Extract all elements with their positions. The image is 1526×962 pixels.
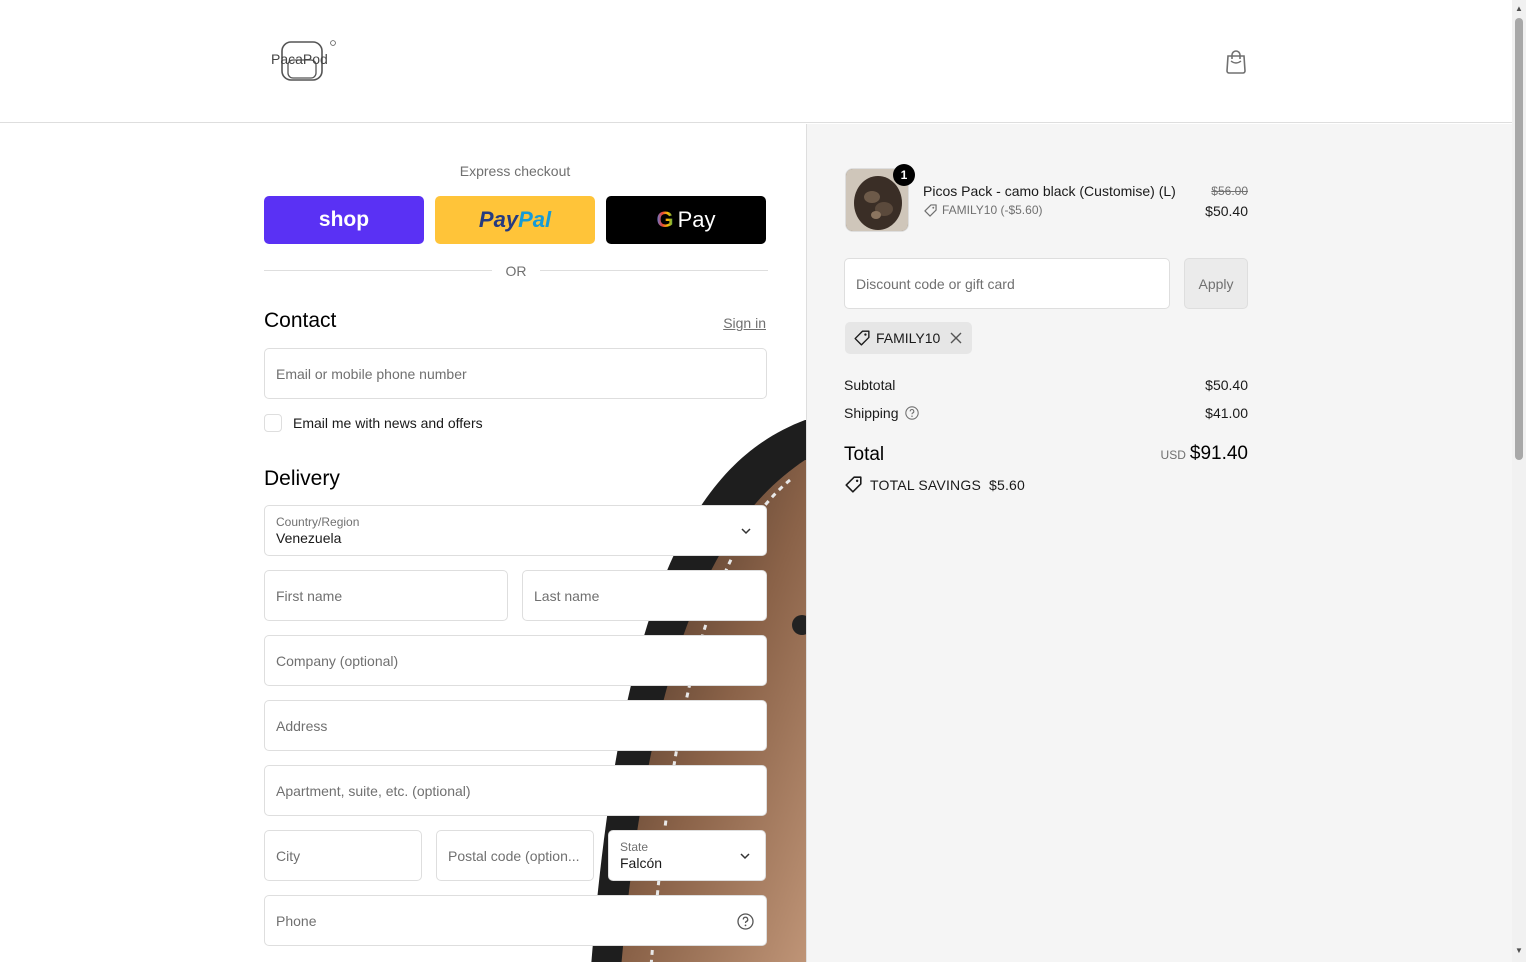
savings-value: $5.60 bbox=[989, 476, 1026, 493]
country-label: Country/Region bbox=[276, 514, 360, 529]
paypal-label-b: Pal bbox=[518, 207, 552, 232]
discount-code-placeholder: Discount code or gift card bbox=[856, 275, 1015, 292]
newsletter-checkbox[interactable] bbox=[264, 414, 282, 432]
divider-line-right bbox=[540, 270, 768, 271]
divider-line-left bbox=[264, 270, 492, 271]
email-field[interactable]: Email or mobile phone number bbox=[264, 348, 767, 399]
first-name-placeholder: First name bbox=[276, 587, 343, 604]
address-field[interactable]: Address bbox=[264, 700, 767, 751]
savings-label: TOTAL SAVINGS bbox=[870, 476, 981, 493]
product-discount: FAMILY10 (-$5.60) bbox=[924, 203, 1043, 217]
applied-discount-chip: FAMILY10 bbox=[845, 322, 973, 354]
paypal-label-a: Pay bbox=[478, 207, 519, 232]
applied-discount-code: FAMILY10 bbox=[876, 330, 941, 346]
state-value: Falcón bbox=[620, 854, 663, 871]
tag-icon bbox=[924, 203, 937, 217]
shopping-bag-icon[interactable] bbox=[1224, 48, 1248, 74]
apartment-field[interactable]: Apartment, suite, etc. (optional) bbox=[264, 765, 767, 816]
svg-text:PacaPod: PacaPod bbox=[271, 51, 328, 67]
tag-icon bbox=[854, 330, 870, 346]
state-label: State bbox=[620, 839, 649, 854]
total-label: Total bbox=[844, 444, 885, 465]
chevron-down-icon bbox=[740, 853, 750, 860]
currency-code: USD bbox=[1160, 448, 1186, 462]
company-placeholder: Company (optional) bbox=[276, 652, 399, 669]
original-price: $56.00 bbox=[1211, 184, 1248, 198]
google-pay-label: Pay bbox=[677, 207, 716, 232]
chevron-down-icon bbox=[741, 528, 751, 535]
newsletter-label[interactable]: Email me with news and offers bbox=[293, 415, 483, 431]
delivery-heading: Delivery bbox=[264, 467, 340, 490]
postal-code-field[interactable]: Postal code (option... bbox=[436, 830, 594, 881]
city-field[interactable]: City bbox=[264, 830, 422, 881]
google-g-icon: G bbox=[656, 207, 674, 232]
first-name-field[interactable]: First name bbox=[264, 570, 508, 621]
discount-code-input[interactable]: Discount code or gift card bbox=[844, 258, 1170, 309]
or-label: OR bbox=[505, 263, 527, 279]
scrollbar-thumb[interactable] bbox=[1515, 18, 1523, 460]
shipping-label-text: Shipping bbox=[844, 405, 899, 421]
tag-icon bbox=[845, 476, 862, 493]
email-placeholder: Email or mobile phone number bbox=[276, 365, 467, 382]
page-scrollbar[interactable]: ▲ ▼ bbox=[1512, 0, 1526, 962]
order-summary-panel bbox=[806, 124, 1512, 962]
last-name-field[interactable]: Last name bbox=[522, 570, 767, 621]
shipping-value: $41.00 bbox=[1205, 405, 1248, 421]
header: PacaPod bbox=[0, 0, 1512, 123]
express-checkout-label: Express checkout bbox=[459, 163, 571, 179]
newsletter-option: Email me with news and offers bbox=[264, 413, 483, 433]
brand-logo[interactable]: PacaPod bbox=[270, 38, 338, 84]
shipping-label: Shipping bbox=[844, 405, 919, 421]
country-value: Venezuela bbox=[276, 529, 342, 546]
product-name: Picos Pack - camo black (Customise) (L) bbox=[923, 183, 1176, 199]
state-select[interactable]: State Falcón bbox=[608, 830, 766, 881]
subtotal-value: $50.40 bbox=[1205, 377, 1248, 393]
shop-pay-label: shop bbox=[318, 208, 370, 231]
shop-pay-button[interactable]: shop bbox=[264, 196, 424, 244]
quantity-badge: 1 bbox=[893, 164, 915, 186]
or-divider: OR bbox=[264, 262, 768, 280]
help-icon[interactable] bbox=[737, 913, 754, 930]
sign-in-link[interactable]: Sign in bbox=[700, 315, 766, 331]
paypal-button[interactable]: Pay Pal bbox=[435, 196, 595, 244]
total-savings: TOTAL SAVINGS $5.60 bbox=[845, 476, 1025, 493]
last-name-placeholder: Last name bbox=[534, 587, 600, 604]
address-placeholder: Address bbox=[276, 717, 328, 734]
phone-field[interactable]: Phone bbox=[264, 895, 767, 946]
contact-heading: Contact bbox=[264, 309, 337, 332]
product-discount-text: FAMILY10 (-$5.60) bbox=[942, 203, 1043, 217]
company-field[interactable]: Company (optional) bbox=[264, 635, 767, 686]
subtotal-label: Subtotal bbox=[844, 377, 895, 393]
postal-code-placeholder: Postal code (option... bbox=[448, 847, 580, 864]
city-placeholder: City bbox=[276, 847, 301, 864]
country-select[interactable]: Country/Region Venezuela bbox=[264, 505, 767, 556]
help-icon[interactable] bbox=[904, 406, 919, 420]
apply-button[interactable]: Apply bbox=[1184, 258, 1248, 309]
scroll-down-arrow-icon[interactable]: ▼ bbox=[1514, 946, 1524, 956]
scroll-up-arrow-icon[interactable]: ▲ bbox=[1514, 4, 1524, 14]
close-icon[interactable] bbox=[950, 332, 962, 344]
phone-placeholder: Phone bbox=[276, 912, 317, 929]
google-pay-button[interactable]: G Pay bbox=[606, 196, 766, 244]
total-value: $91.40 bbox=[1189, 443, 1248, 464]
subtotal-label-text: Subtotal bbox=[844, 377, 896, 393]
total-amount: USD $91.40 bbox=[1100, 443, 1248, 465]
discounted-price: $50.40 bbox=[1205, 203, 1248, 219]
apartment-placeholder: Apartment, suite, etc. (optional) bbox=[276, 782, 471, 799]
